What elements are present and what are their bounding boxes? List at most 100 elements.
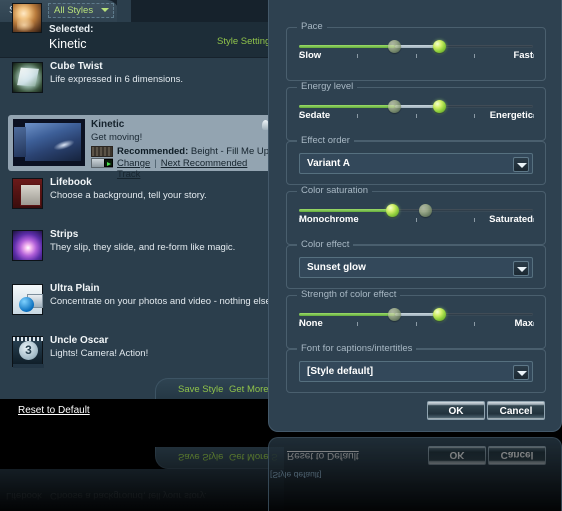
recommended-track-area: Recommended: Beight - Fill Me Up Change |… (91, 146, 272, 180)
style-name: Strips (50, 229, 79, 240)
reflection-dialog: Reset to Default OK Cancel (268, 437, 562, 511)
group-title: Font for captions/intertitles (297, 343, 417, 354)
slider-thumb[interactable] (432, 308, 446, 321)
change-track-link[interactable]: Change (117, 158, 150, 169)
reflection-panel-body (0, 469, 284, 511)
slider-thumb[interactable] (386, 204, 400, 217)
group-color-effect: Color effect Sunset glow (286, 239, 546, 289)
combo-value: Variant A (307, 158, 350, 169)
group-title: Energy level (297, 81, 358, 92)
reflection-styles-panel: Save Style Get More S Lifebook Choose a … (0, 437, 284, 511)
reflection-reset-link: Reset to Default (287, 450, 359, 461)
strength-of-color-effect-slider[interactable] (298, 308, 534, 326)
recommended-track-name: Beight - Fill Me Up (190, 146, 270, 157)
list-item[interactable]: Uncle Oscar Lights! Camera! Action! (0, 332, 284, 378)
app-root: Styles All Styles Selected: Kinetic Styl… (0, 0, 562, 511)
style-name: Uncle Oscar (50, 335, 109, 346)
style-filter-value: All Styles (54, 5, 94, 16)
group-pace: Pace Slow Fast (286, 21, 546, 81)
chevron-down-icon[interactable] (513, 261, 529, 276)
save-style-link[interactable]: Save Style (178, 384, 223, 395)
style-list: Cube Twist Life expressed in 6 dimension… (0, 58, 284, 378)
recommended-track-line: Recommended: Beight - Fill Me Up (117, 146, 269, 157)
ok-button[interactable]: OK (427, 401, 485, 420)
group-title: Color saturation (297, 185, 373, 196)
slider-max-label: Fast (513, 50, 533, 61)
style-filter-select[interactable]: All Styles (48, 3, 114, 18)
reflection-selected-text: [Style default] (270, 470, 322, 480)
slider-min-label: Sedate (299, 110, 331, 121)
list-item[interactable]: Cube Twist Life expressed in 6 dimension… (0, 58, 284, 104)
recommended-label: Recommended: (117, 146, 189, 157)
chevron-down-icon[interactable] (513, 157, 529, 172)
reflection-footer-tab (155, 447, 284, 469)
pace-slider[interactable] (298, 40, 534, 58)
slider-max-label: Saturated (489, 214, 533, 225)
reflection-cancel-button: Cancel (488, 446, 546, 465)
style-name: Lifebook (50, 177, 92, 188)
link-separator: | (154, 158, 157, 169)
style-name: Kinetic (91, 119, 125, 130)
list-item[interactable]: Lifebook Choose a background, tell your … (0, 174, 284, 220)
slider-min-label: None (299, 318, 323, 329)
style-thumbnail (12, 62, 43, 93)
selected-style-thumbnail (12, 3, 42, 33)
combo-value: [Style default] (307, 366, 374, 377)
style-name: Cube Twist (50, 61, 103, 72)
group-energy-level: Energy level Sedate Energetic (286, 81, 546, 141)
style-description: Concentrate on your photos and video - n… (50, 296, 274, 307)
style-description: Lights! Camera! Action! (50, 348, 149, 359)
reset-to-default-link[interactable]: Reset to Default (18, 405, 90, 416)
style-description: Choose a background, tell your story. (50, 190, 207, 201)
style-description: Life expressed in 6 dimensions. (50, 74, 184, 85)
caption-font-combo[interactable]: [Style default] (299, 361, 533, 382)
group-title: Color effect (297, 239, 354, 250)
list-item[interactable]: Ultra Plain Concentrate on your photos a… (0, 280, 284, 326)
reflection-fade-overlay (0, 437, 284, 511)
reflection-get-more: Get More S (229, 451, 278, 462)
slider-thumb-previous[interactable] (388, 308, 402, 321)
reflection-fade-overlay (269, 438, 561, 511)
chevron-down-icon (101, 8, 109, 12)
styles-tabbar: Styles All Styles (0, 0, 284, 22)
combo-value: Sunset glow (307, 262, 366, 273)
slider-fill (299, 45, 395, 48)
cancel-button[interactable]: Cancel (487, 401, 545, 420)
chevron-down-icon[interactable] (513, 365, 529, 380)
slider-ticks (298, 322, 534, 326)
list-item-selected-kinetic[interactable]: Kinetic Get moving! Recommended: Beight … (8, 115, 276, 180)
reflection-ok-button: OK (428, 446, 486, 465)
style-settings-dialog: Pace Slow Fast Energy level Sedate Energ… (268, 0, 562, 432)
style-description: Get moving! (91, 132, 143, 143)
slider-thumb-previous[interactable] (388, 100, 402, 113)
group-title: Strength of color effect (297, 289, 401, 300)
slider-thumb[interactable] (432, 40, 446, 53)
group-title: Pace (297, 21, 327, 32)
slider-fill (299, 209, 393, 212)
slider-thumb[interactable] (432, 100, 446, 113)
style-name: Ultra Plain (50, 283, 100, 294)
group-font-for-captions: Font for captions/intertitles [Style def… (286, 343, 546, 393)
slider-ticks (298, 54, 534, 58)
group-strength-of-color-effect: Strength of color effect None Max (286, 289, 546, 349)
selected-style-name: Kinetic (49, 37, 87, 51)
slider-max-label: Max (514, 318, 533, 329)
reflection-list-line-1: Lifebook (6, 490, 42, 501)
list-item[interactable]: Strips They slip, they slide, and re-for… (0, 226, 284, 272)
slider-fill (299, 313, 395, 316)
selected-caption: Selected: (49, 24, 94, 35)
slider-thumb-previous[interactable] (388, 40, 402, 53)
kinetic-swoosh-decoration (52, 137, 76, 153)
play-icon[interactable] (104, 159, 113, 167)
styles-panel: Styles All Styles Selected: Kinetic Styl… (0, 0, 284, 399)
color-effect-combo[interactable]: Sunset glow (299, 257, 533, 278)
group-title: Effect order (297, 135, 354, 146)
slider-min-label: Slow (299, 50, 322, 61)
slider-fill (299, 105, 395, 108)
style-thumbnail (12, 178, 43, 209)
style-description: They slip, they slide, and re-form like … (50, 242, 236, 253)
style-thumbnail (12, 230, 43, 261)
style-thumbnail (12, 284, 43, 315)
slider-thumb-previous[interactable] (418, 204, 432, 217)
effect-order-combo[interactable]: Variant A (299, 153, 533, 174)
